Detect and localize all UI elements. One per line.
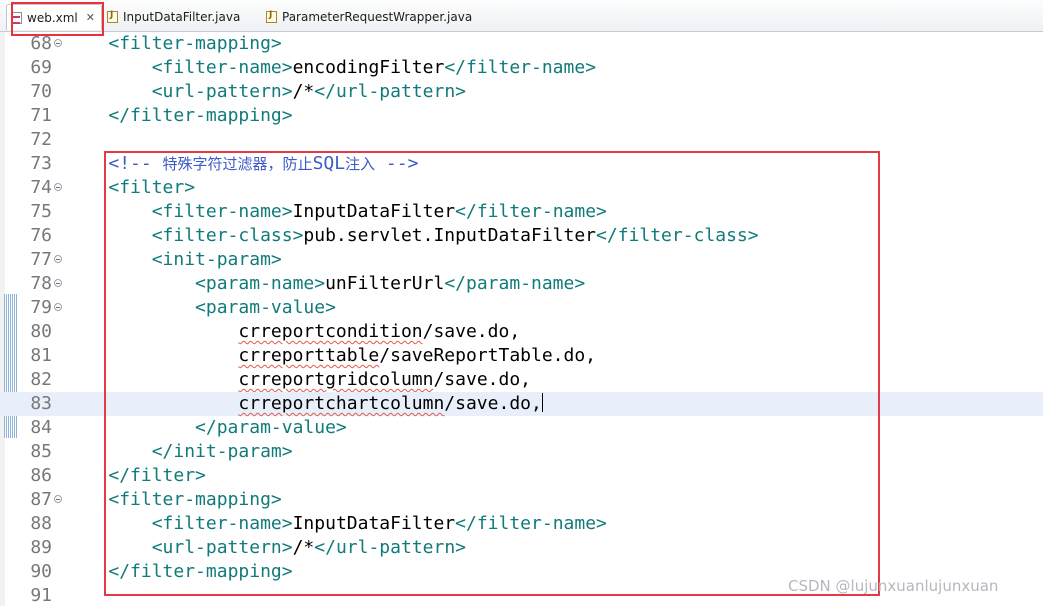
line-number: 72 bbox=[30, 129, 52, 150]
code-text: <filter-name>encodingFilter</filter-name… bbox=[65, 56, 596, 80]
java-file-icon bbox=[107, 10, 118, 23]
line-number: 75 bbox=[30, 201, 52, 222]
line-number: 70 bbox=[30, 81, 52, 102]
tab-label: ParameterRequestWrapper.java bbox=[282, 10, 473, 24]
tab-parameterrequestwrapper-java[interactable]: ParameterRequestWrapper.java bbox=[266, 4, 472, 30]
fold-toggle-icon[interactable] bbox=[54, 183, 62, 191]
code-line[interactable]: 70 <url-pattern>/*</url-pattern> bbox=[0, 80, 1043, 104]
fold-toggle-icon[interactable] bbox=[54, 495, 62, 503]
tab-label: InputDataFilter.java bbox=[123, 10, 241, 24]
line-number: 74 bbox=[30, 177, 52, 198]
line-number: 89 bbox=[30, 537, 52, 558]
line-number: 87 bbox=[30, 489, 52, 510]
code-text: </filter-mapping> bbox=[65, 104, 293, 128]
line-number: 91 bbox=[30, 585, 52, 606]
code-line[interactable]: 68 <filter-mapping> bbox=[0, 32, 1043, 56]
line-number: 73 bbox=[30, 153, 52, 174]
xml-tag: <filter-name> bbox=[151, 57, 293, 78]
editor-tab-bar: web.xml ✕ InputDataFilter.java Parameter… bbox=[0, 0, 1043, 32]
line-number: 77 bbox=[30, 249, 52, 270]
code-text: <url-pattern>/*</url-pattern> bbox=[65, 80, 466, 104]
xml-tag: <url-pattern> bbox=[151, 81, 293, 102]
fold-toggle-icon[interactable] bbox=[54, 39, 62, 47]
line-number: 68 bbox=[30, 33, 52, 54]
fold-toggle-icon[interactable] bbox=[54, 279, 62, 287]
line-number: 86 bbox=[30, 465, 52, 486]
fold-toggle-icon[interactable] bbox=[54, 303, 62, 311]
line-number: 84 bbox=[30, 417, 52, 438]
xml-tag: <filter-mapping> bbox=[108, 33, 282, 54]
line-number: 85 bbox=[30, 441, 52, 462]
tab-inputdatafilter-java[interactable]: InputDataFilter.java bbox=[107, 4, 240, 30]
line-number: 81 bbox=[30, 345, 52, 366]
xml-tag: </filter-name> bbox=[444, 57, 597, 78]
tab-highlight-box bbox=[11, 2, 104, 36]
line-number: 90 bbox=[30, 561, 52, 582]
code-text: <filter-mapping> bbox=[65, 32, 282, 56]
xml-tag: </filter-mapping> bbox=[108, 105, 293, 126]
xml-text: /* bbox=[292, 81, 315, 102]
code-line[interactable]: 72 bbox=[0, 128, 1043, 152]
line-number: 88 bbox=[30, 513, 52, 534]
xml-text: encodingFilter bbox=[292, 57, 445, 78]
java-file-icon bbox=[266, 10, 277, 23]
line-number: 69 bbox=[30, 57, 52, 78]
line-number: 71 bbox=[30, 105, 52, 126]
line-number: 78 bbox=[30, 273, 52, 294]
line-number: 82 bbox=[30, 369, 52, 390]
watermark: CSDN @lujunxuanlujunxuan bbox=[788, 577, 999, 595]
fold-toggle-icon[interactable] bbox=[54, 255, 62, 263]
line-number: 79 bbox=[30, 297, 52, 318]
code-line[interactable]: 69 <filter-name>encodingFilter</filter-n… bbox=[0, 56, 1043, 80]
line-number: 80 bbox=[30, 321, 52, 342]
code-highlight-box bbox=[104, 151, 880, 596]
line-number: 76 bbox=[30, 225, 52, 246]
xml-tag: </url-pattern> bbox=[314, 81, 466, 102]
code-line[interactable]: 71 </filter-mapping> bbox=[0, 104, 1043, 128]
line-number: 83 bbox=[30, 393, 52, 414]
